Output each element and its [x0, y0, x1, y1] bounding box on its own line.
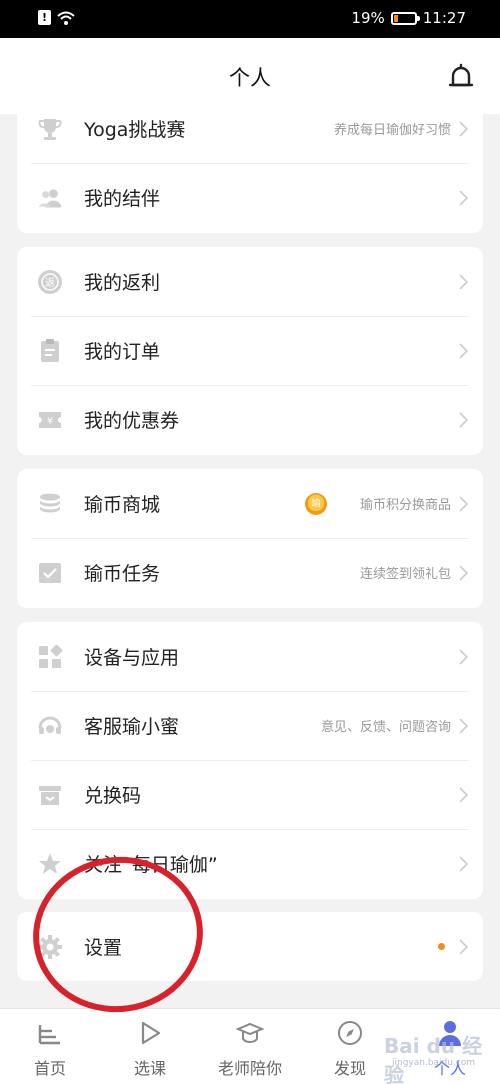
- status-bar: ! 19% 11:27: [0, 0, 500, 38]
- chevron-right-icon: [459, 120, 469, 137]
- alert-icon: !: [38, 10, 51, 25]
- tab-label: 老师陪你: [217, 1059, 282, 1078]
- row-coin-mall[interactable]: 瑜币商城 瑜 瑜币积分换商品: [17, 469, 483, 538]
- chevron-right-icon: [459, 648, 469, 665]
- chevron-right-icon: [459, 855, 469, 872]
- row-yoga-challenge[interactable]: Yoga挑战赛 养成每日瑜伽好习惯: [17, 94, 483, 163]
- row-devices-apps[interactable]: 设备与应用: [17, 622, 483, 691]
- rebate-icon: 返: [37, 269, 63, 295]
- tab-teacher[interactable]: 老师陪你: [200, 1009, 300, 1084]
- row-label: 瑜币商城: [84, 494, 161, 516]
- coupon-icon: ¥: [37, 407, 63, 433]
- row-label: 客服瑜小蜜: [84, 716, 180, 738]
- partners-icon: [37, 185, 63, 211]
- battery-icon: [390, 11, 420, 25]
- apps-icon: [37, 644, 63, 670]
- battery-percent: 19%: [351, 9, 385, 27]
- task-icon: [37, 560, 63, 586]
- row-label: 我的订单: [84, 341, 161, 363]
- page-title: 个人: [229, 66, 271, 90]
- home-icon: [38, 1025, 60, 1045]
- notification-dot: [438, 943, 445, 950]
- row-customer-service[interactable]: 客服瑜小蜜 意见、反馈、问题咨询: [17, 691, 483, 760]
- chevron-right-icon: [459, 564, 469, 581]
- chevron-right-icon: [459, 495, 469, 512]
- svg-text:返: 返: [45, 277, 55, 289]
- tab-label: 首页: [33, 1059, 66, 1078]
- row-hint: 意见、反馈、问题咨询: [320, 720, 451, 735]
- row-my-partners[interactable]: 我的结伴: [17, 163, 483, 232]
- gear-icon: [37, 934, 63, 960]
- clock: 11:27: [422, 9, 466, 27]
- compass-icon: [338, 1021, 362, 1045]
- tab-courses[interactable]: 选课: [100, 1009, 200, 1084]
- trophy-icon: [37, 116, 63, 142]
- row-label: 兑换码: [84, 785, 142, 807]
- tab-home[interactable]: 首页: [0, 1009, 100, 1084]
- svg-text:¥: ¥: [47, 416, 53, 427]
- row-label: 我的结伴: [84, 188, 161, 210]
- row-label: Yoga挑战赛: [84, 119, 186, 141]
- row-follow[interactable]: 关注“每日瑜伽”: [17, 829, 483, 898]
- order-icon: [37, 338, 63, 364]
- play-icon: [141, 1021, 161, 1045]
- watermark-url: jingyan.baidu.com: [392, 1058, 476, 1068]
- card-orders: 返 我的返利 我的订单 ¥ 我的优惠券: [17, 247, 483, 455]
- card-settings: 设置: [17, 912, 483, 981]
- headset-icon: [37, 713, 63, 739]
- coins-icon: [37, 491, 63, 517]
- star-icon: [37, 851, 63, 877]
- graduation-cap-icon: [236, 1022, 264, 1043]
- row-redeem-code[interactable]: 兑换码: [17, 760, 483, 829]
- row-hint: 养成每日瑜伽好习惯: [333, 123, 451, 138]
- row-label: 设备与应用: [84, 647, 180, 669]
- row-label: 瑜币任务: [84, 563, 161, 585]
- watermark: Bai du 经验: [384, 1034, 483, 1084]
- battery-fill: [393, 14, 398, 22]
- row-hint: 连续签到领礼包: [359, 567, 451, 582]
- row-coin-tasks[interactable]: 瑜币任务 连续签到领礼包: [17, 538, 483, 607]
- chevron-right-icon: [459, 342, 469, 359]
- row-settings[interactable]: 设置: [17, 912, 483, 981]
- row-label: 关注“每日瑜伽”: [84, 854, 218, 876]
- row-label: 设置: [84, 937, 123, 959]
- bell-icon[interactable]: [444, 60, 478, 94]
- row-my-rebate[interactable]: 返 我的返利: [17, 247, 483, 316]
- chevron-right-icon: [459, 411, 469, 428]
- chevron-right-icon: [459, 717, 469, 734]
- row-my-orders[interactable]: 我的订单: [17, 316, 483, 385]
- row-hint: 瑜币积分换商品: [359, 498, 451, 513]
- coin-badge-icon: 瑜: [305, 492, 327, 515]
- row-my-coupons[interactable]: ¥ 我的优惠券: [17, 385, 483, 454]
- chevron-right-icon: [459, 786, 469, 803]
- chevron-right-icon: [459, 189, 469, 206]
- redeem-icon: [37, 782, 63, 808]
- card-coins: 瑜币商城 瑜 瑜币积分换商品 瑜币任务 连续签到领礼包: [17, 469, 483, 608]
- row-label: 我的优惠券: [84, 410, 180, 432]
- card-services: 设备与应用 客服瑜小蜜 意见、反馈、问题咨询 兑换码 关注“每日瑜伽”: [17, 622, 483, 899]
- chevron-right-icon: [459, 273, 469, 290]
- chevron-right-icon: [459, 938, 469, 955]
- row-label: 我的返利: [84, 272, 161, 294]
- card-challenge: Yoga挑战赛 养成每日瑜伽好习惯 我的结伴: [17, 94, 483, 233]
- wifi-icon: [57, 11, 75, 25]
- tab-label: 选课: [133, 1059, 166, 1078]
